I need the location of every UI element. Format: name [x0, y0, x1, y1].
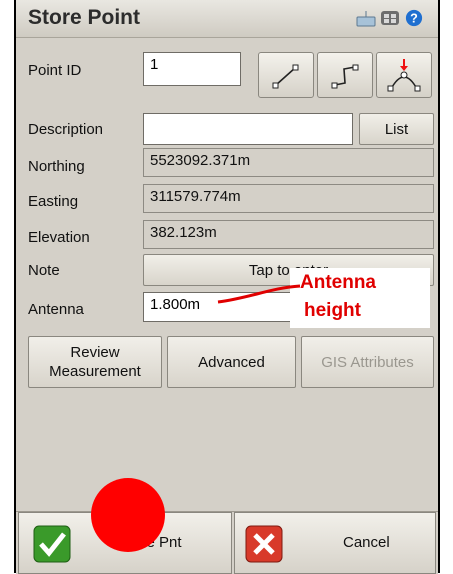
annotation-text-line1: Antenna	[300, 272, 376, 293]
description-label: Description	[28, 121, 104, 138]
review-measurement-label-line1: Review	[70, 344, 120, 361]
northing-label: Northing	[28, 158, 85, 175]
advanced-button[interactable]: Advanced	[167, 336, 296, 388]
gis-attributes-button: GIS Attributes	[301, 336, 434, 388]
keyboard-icon[interactable]	[356, 9, 376, 27]
svg-text:?: ?	[410, 12, 418, 26]
status-icon[interactable]	[380, 9, 400, 27]
stakeout-point-button[interactable]	[376, 52, 432, 98]
review-measurement-label-line2: Measurement	[49, 363, 141, 380]
polyline-tool-button[interactable]	[317, 52, 373, 98]
point-id-label: Point ID	[28, 62, 82, 79]
elevation-label: Elevation	[28, 229, 90, 246]
help-icon[interactable]: ?	[404, 9, 424, 27]
title-bar: Store Point ?	[16, 0, 438, 38]
antenna-label: Antenna	[28, 301, 84, 318]
window-title: Store Point	[28, 6, 141, 29]
note-label: Note	[28, 262, 60, 279]
cancel-x-icon	[245, 525, 283, 563]
point-id-input[interactable]: 1	[143, 52, 241, 86]
review-measurement-button[interactable]: Review Measurement	[28, 336, 162, 388]
list-button[interactable]: List	[359, 113, 434, 145]
easting-value: 311579.774m	[143, 184, 434, 213]
elevation-value: 382.123m	[143, 220, 434, 249]
checkmark-icon	[33, 525, 71, 563]
northing-value: 5523092.371m	[143, 148, 434, 177]
easting-label: Easting	[28, 193, 79, 210]
polyline-tool-icon	[331, 64, 359, 89]
description-input[interactable]	[143, 113, 353, 145]
cancel-label: Cancel	[343, 534, 390, 551]
stakeout-point-icon	[387, 59, 421, 92]
cancel-button[interactable]: Cancel	[234, 512, 436, 574]
bottom-bar: Store Pnt Cancel	[16, 511, 438, 574]
red-circle-marker	[91, 478, 165, 552]
annotation-text-line2: height	[304, 300, 361, 321]
line-tool-icon	[272, 64, 299, 89]
annotation-arrow	[217, 284, 301, 304]
line-tool-button[interactable]	[258, 52, 314, 98]
